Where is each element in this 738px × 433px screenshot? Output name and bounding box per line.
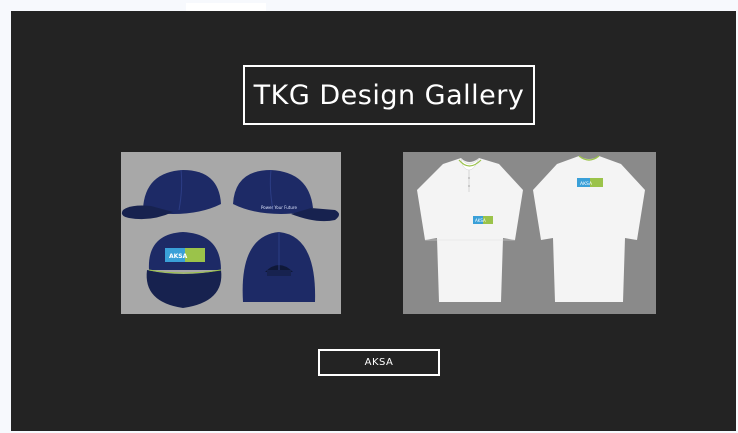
polo-back: AKSA <box>533 155 645 302</box>
polos-image[interactable]: AKSA AKSA <box>403 152 656 314</box>
cap-back-text: Power Your Future <box>261 205 297 210</box>
aksa-button[interactable]: AKSA <box>318 349 440 376</box>
polos-illustration: AKSA AKSA <box>417 155 645 302</box>
cap-side-right: Power Your Future <box>233 169 339 222</box>
polo-front-badge: AKSA <box>475 218 486 223</box>
caps-illustration: Power Your Future AKSA <box>121 169 339 308</box>
gallery-title: TKG Design Gallery <box>253 79 525 111</box>
aksa-button-label: AKSA <box>364 357 394 368</box>
gallery-stage: TKG Design Gallery Power Your Future AKS… <box>11 11 736 431</box>
caps-image[interactable]: Power Your Future AKSA <box>121 152 341 314</box>
cap-side-left <box>121 169 221 220</box>
cap-patch-text: AKSA <box>169 253 188 260</box>
polo-back-badge: AKSA <box>580 181 593 187</box>
polo-front: AKSA <box>417 157 523 302</box>
top-tab <box>186 3 266 11</box>
cap-back <box>242 232 316 302</box>
gallery-title-box: TKG Design Gallery <box>243 65 535 125</box>
cap-front: AKSA <box>146 232 222 308</box>
